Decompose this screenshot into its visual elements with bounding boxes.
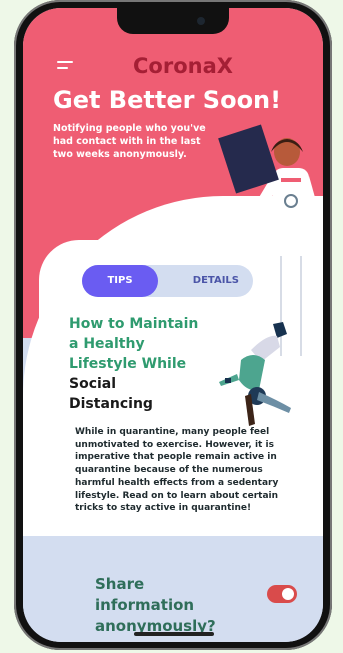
app-screen: CoronaX Get Better Soon! Notifying peopl… bbox=[23, 8, 323, 642]
phone-frame: CoronaX Get Better Soon! Notifying peopl… bbox=[14, 0, 332, 650]
article-title-line3: Lifestyle While bbox=[69, 356, 187, 372]
brand-title: CoronaX bbox=[133, 54, 233, 78]
tab-tips[interactable]: TIPS bbox=[82, 265, 158, 297]
device-notch bbox=[117, 8, 229, 34]
share-label: Share information anonymously? bbox=[95, 575, 216, 635]
page-subtitle: Notifying people who you've had contact … bbox=[53, 123, 206, 160]
article-title-line5: Distancing bbox=[69, 396, 153, 412]
share-toggle[interactable] bbox=[267, 585, 297, 603]
article-title-line2: a Healthy bbox=[69, 336, 145, 352]
camera-dot bbox=[197, 17, 205, 25]
tab-bar: TIPS DETAILS bbox=[82, 265, 253, 297]
page-title: Get Better Soon! bbox=[53, 86, 282, 114]
home-indicator bbox=[134, 632, 214, 636]
toggle-knob bbox=[282, 588, 294, 600]
article-title-line4: Social bbox=[69, 376, 117, 392]
tab-details[interactable]: DETAILS bbox=[193, 265, 239, 297]
article-title-line1: How to Maintain bbox=[69, 316, 199, 332]
article-title[interactable]: How to Maintain a Healthy Lifestyle Whil… bbox=[69, 314, 199, 414]
dancer-illustration bbox=[219, 322, 291, 426]
menu-icon[interactable] bbox=[57, 58, 77, 74]
article-body: While in quarantine, many people feel un… bbox=[75, 427, 279, 514]
